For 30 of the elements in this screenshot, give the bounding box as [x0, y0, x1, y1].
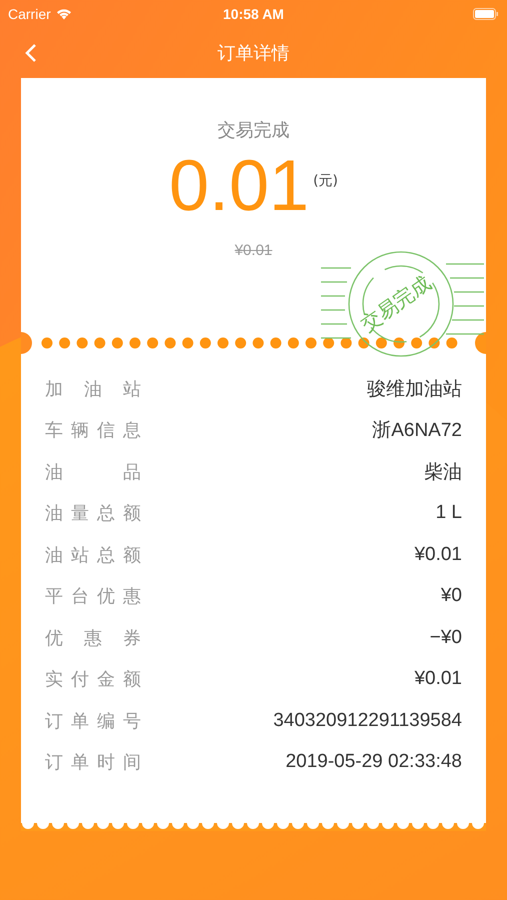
detail-label: 优惠券: [45, 626, 141, 650]
detail-value: 1 L: [436, 502, 462, 524]
detail-label: 加油站: [45, 378, 141, 401]
detail-value: 柴油: [424, 460, 462, 485]
wifi-icon: [56, 8, 72, 20]
carrier-label: Carrier: [8, 6, 51, 22]
detail-value: ¥0.01: [414, 668, 462, 690]
original-price: ¥0.01: [234, 242, 272, 259]
detail-label: 油量总额: [45, 502, 141, 526]
transaction-status: 交易完成: [218, 119, 290, 142]
detail-value: 340320912291139584: [273, 710, 462, 732]
detail-value: ¥0: [440, 585, 462, 608]
detail-label: 订单编号: [45, 710, 141, 733]
amount-value: 0.01: [168, 146, 310, 226]
back-icon[interactable]: [25, 43, 37, 63]
detail-label: 油品: [45, 460, 141, 484]
detail-value: 2019-05-29 02:33:48: [286, 751, 462, 774]
detail-value: 浙A6NA72: [372, 419, 462, 444]
detail-label: 车辆信息: [45, 419, 141, 442]
currency-unit: (元): [313, 172, 338, 190]
detail-label: 订单时间: [45, 751, 141, 774]
page-title: 订单详情: [218, 42, 290, 65]
battery-icon: [472, 8, 499, 20]
status-time: 10:58 AM: [223, 6, 284, 22]
detail-value: 骏维加油站: [367, 378, 462, 402]
detail-label: 实付金额: [45, 668, 141, 692]
detail-label: 油站总额: [45, 544, 141, 567]
detail-value: −¥0: [430, 626, 462, 649]
detail-label: 平台优惠: [45, 585, 141, 608]
detail-value: ¥0.01: [414, 544, 462, 566]
